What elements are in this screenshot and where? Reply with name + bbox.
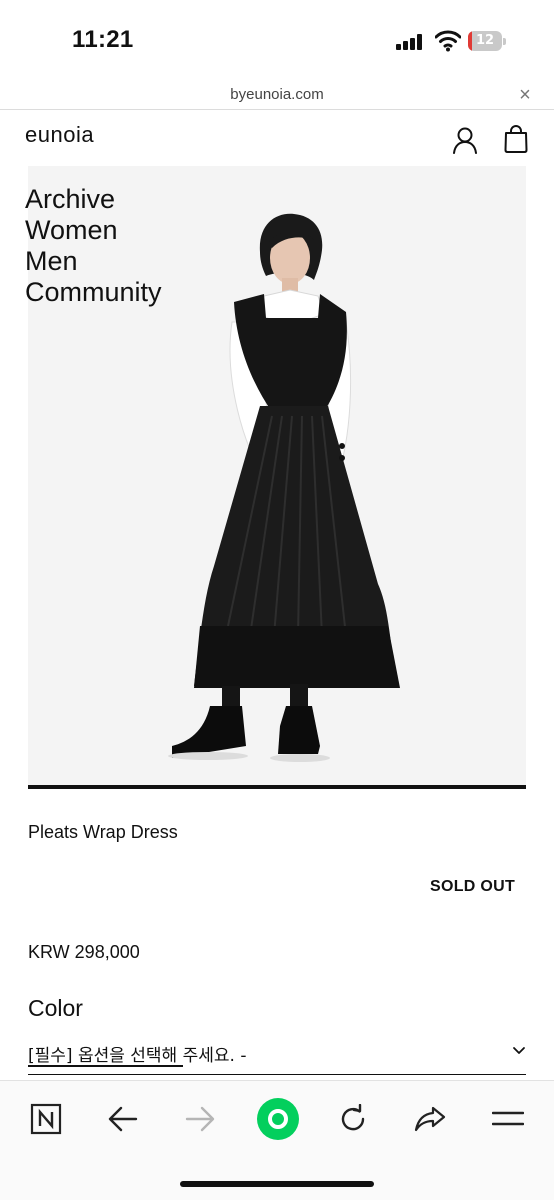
address-bar[interactable]: byeunoia.com × — [0, 82, 554, 110]
naver-n-icon[interactable] — [26, 1099, 66, 1139]
site-logo[interactable]: eunoia — [25, 122, 94, 148]
main-menu: Archive Women Men Community — [25, 184, 162, 308]
home-indicator — [180, 1181, 374, 1187]
menu-item-archive[interactable]: Archive — [25, 184, 162, 215]
account-icon[interactable] — [452, 126, 478, 154]
shopping-bag-icon[interactable] — [504, 124, 528, 154]
menu-item-men[interactable]: Men — [25, 246, 162, 277]
color-select[interactable]: [필수] 옵션을 선택해 주세요. - — [28, 1035, 526, 1075]
wifi-icon — [434, 30, 462, 52]
forward-arrow-icon[interactable] — [180, 1099, 220, 1139]
url-text: byeunoia.com — [230, 86, 324, 103]
color-select-value: [필수] 옵션을 선택해 주세요. - — [28, 1046, 247, 1066]
menu-item-women[interactable]: Women — [25, 215, 162, 246]
cellular-signal-icon — [396, 34, 426, 50]
battery-level: 12 — [475, 33, 495, 48]
product-name: Pleats Wrap Dress — [28, 822, 178, 842]
chevron-down-icon — [512, 1043, 526, 1057]
select-text-underline — [28, 1065, 183, 1067]
image-divider — [28, 785, 526, 789]
color-option-label: Color — [28, 995, 83, 1021]
reload-icon[interactable] — [333, 1099, 373, 1139]
sold-out-badge: SOLD OUT — [430, 878, 516, 895]
share-icon[interactable] — [410, 1099, 450, 1139]
close-icon[interactable]: × — [514, 84, 536, 106]
status-time: 11:21 — [72, 26, 134, 53]
product-price: KRW 298,000 — [28, 942, 140, 962]
green-home-icon[interactable] — [256, 1097, 300, 1141]
back-arrow-icon[interactable] — [103, 1099, 143, 1139]
status-bar: 11:21 12 — [0, 0, 554, 82]
battery-icon: 12 — [468, 31, 506, 51]
menu-icon[interactable] — [488, 1099, 528, 1139]
menu-item-community[interactable]: Community — [25, 277, 162, 308]
